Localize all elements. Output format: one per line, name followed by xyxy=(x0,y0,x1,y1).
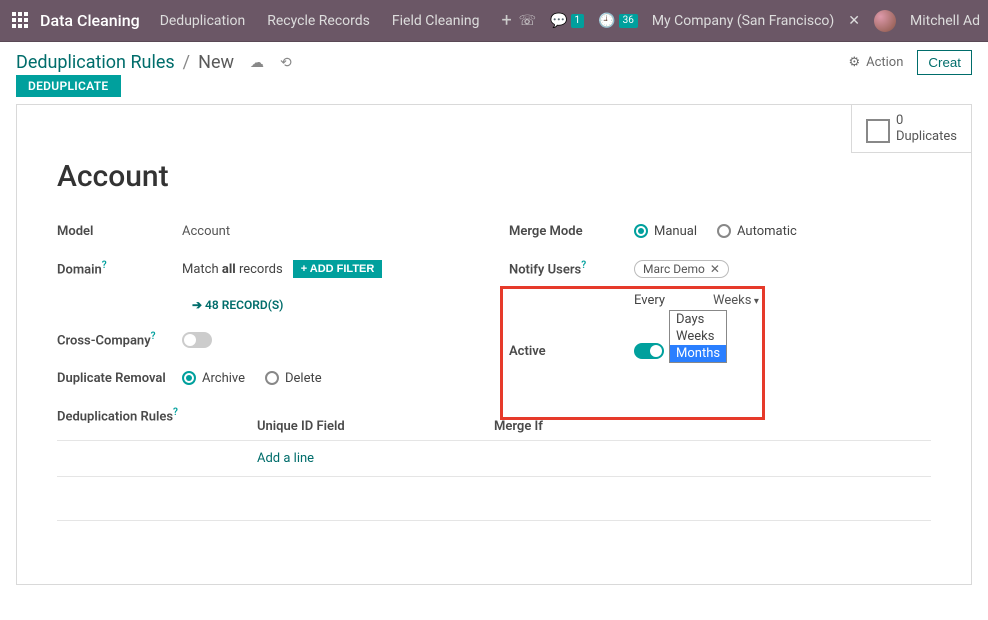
option-months[interactable]: Months xyxy=(670,345,726,362)
radio-automatic[interactable]: Automatic xyxy=(717,224,797,239)
tag-text: Marc Demo xyxy=(643,262,705,276)
help-icon[interactable]: ? xyxy=(151,331,156,342)
notify-users-label: Notify Users xyxy=(509,263,581,278)
duplicates-count: 0 xyxy=(896,113,957,129)
close-icon[interactable]: ✕ xyxy=(710,262,720,276)
breadcrumb-root[interactable]: Deduplication Rules xyxy=(16,52,175,73)
company-switcher[interactable]: My Company (San Francisco) xyxy=(652,13,834,29)
breadcrumb-row: Deduplication Rules / New ☁ ⟲ Action Cre… xyxy=(0,42,988,75)
merge-mode-label: Merge Mode xyxy=(509,224,634,239)
cloud-save-icon[interactable]: ☁ xyxy=(250,55,264,71)
help-icon[interactable]: ? xyxy=(173,407,178,418)
activities-icon[interactable]: 🕘36 xyxy=(598,13,638,29)
help-icon[interactable]: ? xyxy=(102,260,107,271)
duplicate-removal-label: Duplicate Removal xyxy=(57,371,182,386)
domain-text: Match all records xyxy=(182,262,283,277)
duplicates-label: Duplicates xyxy=(896,129,957,145)
active-toggle[interactable] xyxy=(634,343,664,359)
every-value-input[interactable] xyxy=(671,292,707,308)
messages-badge: 1 xyxy=(571,14,585,28)
col-merge-if: Merge If xyxy=(494,419,931,434)
active-label: Active xyxy=(509,344,634,359)
model-label: Model xyxy=(57,224,182,239)
radio-delete[interactable]: Delete xyxy=(265,371,322,386)
breadcrumb-current: New xyxy=(198,52,234,73)
form-sheet: 0Duplicates Account Model Account Domain… xyxy=(16,104,972,585)
breadcrumb: Deduplication Rules / New ☁ ⟲ xyxy=(16,52,292,73)
nav-recycle-records[interactable]: Recycle Records xyxy=(267,13,370,29)
radio-manual-label: Manual xyxy=(654,224,697,239)
option-days[interactable]: Days xyxy=(670,311,726,328)
nav-deduplication[interactable]: Deduplication xyxy=(160,13,246,29)
col-unique-id: Unique ID Field xyxy=(57,419,494,434)
period-dropdown: Days Weeks Months xyxy=(669,310,727,363)
add-filter-button[interactable]: + ADD FILTER xyxy=(293,260,383,278)
tools-icon[interactable]: ✕ xyxy=(848,13,860,29)
cross-company-label: Cross-Company xyxy=(57,334,151,349)
app-brand[interactable]: Data Cleaning xyxy=(40,11,140,30)
radio-dot-icon xyxy=(265,371,279,385)
radio-manual[interactable]: Manual xyxy=(634,224,697,239)
discard-icon[interactable]: ⟲ xyxy=(280,55,292,71)
phone-icon[interactable]: ☏ xyxy=(519,13,537,29)
table-row xyxy=(57,520,931,564)
gear-icon xyxy=(848,55,860,70)
avatar[interactable] xyxy=(874,10,896,32)
nav-field-cleaning[interactable]: Field Cleaning xyxy=(392,13,480,29)
radio-archive[interactable]: Archive xyxy=(182,371,245,386)
help-icon[interactable]: ? xyxy=(581,260,586,271)
radio-dot-icon xyxy=(634,224,648,238)
action-menu[interactable]: Action xyxy=(848,55,903,70)
notify-user-tag[interactable]: Marc Demo ✕ xyxy=(634,260,729,278)
radio-archive-label: Archive xyxy=(202,371,245,386)
deduplicate-button[interactable]: DEDUPLICATE xyxy=(16,75,121,97)
new-tab-icon[interactable]: + xyxy=(502,10,512,31)
top-navbar: Data Cleaning Deduplication Recycle Reco… xyxy=(0,0,988,42)
action-label: Action xyxy=(866,55,903,70)
period-select[interactable]: Weeks xyxy=(713,293,759,308)
every-label: Every xyxy=(634,293,665,308)
activities-badge: 36 xyxy=(619,14,638,28)
domain-label: Domain xyxy=(57,263,102,278)
radio-delete-label: Delete xyxy=(285,371,322,386)
radio-dot-icon xyxy=(182,371,196,385)
records-link[interactable]: 48 RECORD(S) xyxy=(192,298,283,312)
radio-automatic-label: Automatic xyxy=(737,224,797,239)
create-button[interactable]: Creat xyxy=(917,50,972,75)
cross-company-toggle[interactable] xyxy=(182,332,212,348)
breadcrumb-sep: / xyxy=(183,52,190,73)
duplicates-icon xyxy=(866,119,886,139)
messages-icon[interactable]: 💬1 xyxy=(550,13,584,29)
model-value[interactable]: Account xyxy=(182,224,230,239)
add-line-link[interactable]: Add a line xyxy=(257,451,314,466)
table-row xyxy=(57,476,931,520)
duplicates-stat-button[interactable]: 0Duplicates xyxy=(851,105,971,153)
radio-dot-icon xyxy=(717,224,731,238)
page-title[interactable]: Account xyxy=(57,159,931,194)
apps-icon[interactable] xyxy=(12,12,30,30)
user-name[interactable]: Mitchell Ad xyxy=(910,13,980,29)
option-weeks[interactable]: Weeks xyxy=(670,328,726,345)
